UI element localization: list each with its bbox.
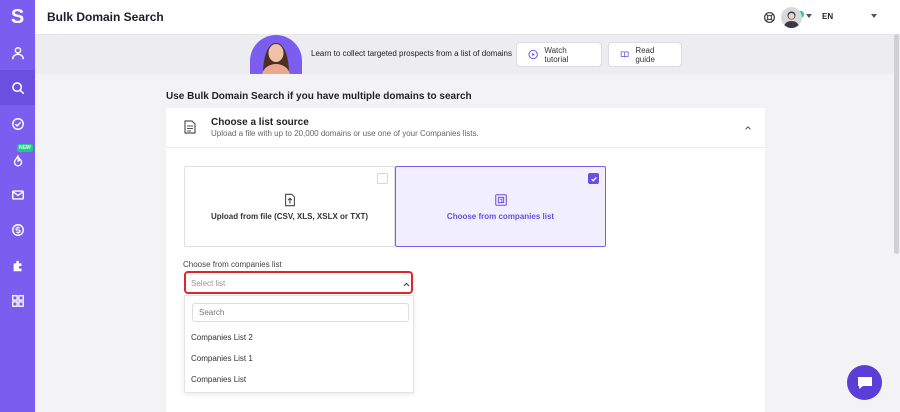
companies-list-field-label: Choose from companies list [183, 260, 282, 269]
dropdown-search-input[interactable] [192, 303, 409, 322]
search-icon [11, 81, 24, 94]
page-scrollbar[interactable] [894, 34, 899, 254]
upload-option-label: Upload from file (CSV, XLS, XSLX or TXT) [210, 212, 369, 221]
watch-tutorial-label: Watch tutorial [544, 45, 569, 64]
sidebar-item-apps[interactable] [0, 283, 35, 318]
sidebar-item-search[interactable] [0, 70, 35, 105]
sidebar-item-verifier[interactable] [0, 106, 35, 141]
read-guide-label: Read guide [635, 45, 655, 64]
sidebar-item-email[interactable] [0, 177, 35, 212]
card-title: Choose a list source [211, 117, 309, 128]
dropdown-option[interactable]: Companies List 1 [191, 354, 253, 363]
file-upload-icon [284, 193, 295, 207]
help-lifebuoy-icon[interactable] [763, 11, 776, 24]
language-selector[interactable]: EN [822, 12, 833, 21]
select-list-placeholder: Select list [191, 279, 226, 288]
user-icon [11, 46, 24, 59]
book-icon [620, 51, 629, 58]
card-header[interactable]: Choose a list source Upload a file with … [166, 108, 765, 148]
watch-tutorial-button[interactable]: Watch tutorial [516, 42, 602, 67]
check-circle-icon [11, 117, 24, 130]
presenter-portrait-icon [262, 43, 290, 74]
checkmark-icon [590, 176, 597, 182]
chevron-up-icon[interactable] [744, 124, 752, 132]
upload-from-file-option[interactable]: Upload from file (CSV, XLS, XSLX or TXT) [184, 166, 395, 247]
new-badge: NEW [17, 144, 33, 152]
dropdown-option[interactable]: Companies List [191, 375, 246, 384]
companies-list-option[interactable]: Choose from companies list [395, 166, 606, 247]
grid-icon [11, 294, 24, 307]
dollar-icon [11, 223, 24, 236]
sidebar-item-integrations[interactable] [0, 248, 35, 283]
section-title: Use Bulk Domain Search if you have multi… [166, 91, 472, 102]
sidebar: S NEW [0, 0, 35, 412]
list-dropdown-menu: Companies List 2 Companies List 1 Compan… [184, 295, 414, 393]
chat-widget-button[interactable] [847, 365, 882, 400]
tutorial-banner: Learn to collect targeted prospects from… [35, 35, 900, 74]
puzzle-icon [13, 260, 21, 271]
avatar-person-icon [784, 11, 799, 28]
upload-option-checkbox[interactable] [377, 173, 388, 184]
sidebar-item-prospects[interactable] [0, 35, 35, 70]
chat-bubble-icon [857, 376, 872, 389]
card-subtitle: Upload a file with up to 20,000 domains … [211, 129, 479, 138]
page-title: Bulk Domain Search [47, 10, 164, 24]
list-source-card: Choose a list source Upload a file with … [166, 108, 765, 412]
document-list-icon [184, 120, 196, 134]
sidebar-item-new-feature[interactable]: NEW [0, 141, 35, 176]
flame-icon [13, 154, 22, 166]
language-chevron-down-icon[interactable] [871, 14, 877, 18]
play-circle-icon [528, 49, 538, 60]
companies-list-icon [494, 194, 507, 206]
user-avatar[interactable] [781, 7, 802, 28]
mail-icon [11, 189, 24, 200]
companies-option-checkbox[interactable] [588, 173, 599, 184]
select-list-dropdown[interactable]: Select list [184, 271, 413, 294]
avatar-chevron-down-icon[interactable] [806, 14, 812, 18]
companies-option-label: Choose from companies list [446, 212, 555, 221]
sidebar-item-billing[interactable] [0, 212, 35, 247]
chevron-up-icon [403, 282, 410, 287]
dropdown-option[interactable]: Companies List 2 [191, 333, 253, 342]
app-logo[interactable]: S [0, 0, 35, 35]
presenter-avatar [250, 35, 302, 74]
read-guide-button[interactable]: Read guide [608, 42, 682, 67]
banner-text: Learn to collect targeted prospects from… [311, 49, 512, 58]
